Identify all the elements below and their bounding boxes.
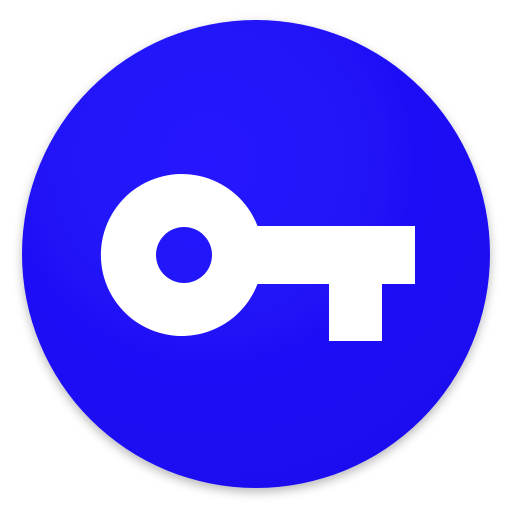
app-icon-container[interactable] [0, 0, 512, 512]
app-launcher-icon[interactable] [0, 0, 512, 512]
